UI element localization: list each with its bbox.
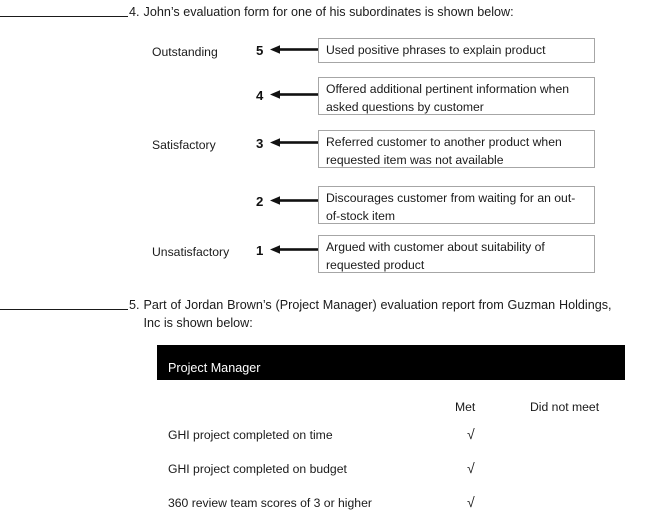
table-row: GHI project completed on budget √ [157, 460, 625, 495]
rating-number-4: 4 [256, 88, 264, 103]
checkmark-icon-met: √ [467, 426, 475, 442]
scale-anchor-label-outstanding: Outstanding [152, 45, 218, 59]
rating-number-1: 1 [256, 243, 264, 258]
table-header-title: Project Manager [168, 361, 261, 375]
row-criterion-label: GHI project completed on time [168, 428, 333, 442]
rating-scale-diagram: Outstanding Satisfactory Unsatisfactory … [0, 0, 649, 290]
rating-number-2: 2 [256, 194, 264, 209]
table-column-headers: Met Did not meet [157, 399, 625, 427]
arrow-left-icon-3 [270, 137, 318, 148]
row-criterion-label: 360 review team scores of 3 or higher [168, 496, 372, 510]
table-header-bar: Project Manager [157, 345, 625, 380]
document-page: 4. John’s evaluation form for one of his… [0, 0, 649, 529]
table-row: GHI project completed on time √ [157, 426, 625, 461]
column-header-met: Met [455, 400, 476, 414]
question-5-number: 5. [129, 298, 140, 312]
behavior-description-box-5: Used positive phrases to explain product [318, 38, 595, 63]
behavior-description-box-2: Discourages customer from waiting for an… [318, 186, 595, 224]
evaluation-report-table: Project Manager Met Did not meet GHI pro… [157, 345, 625, 529]
answer-blank-line-5[interactable] [0, 297, 128, 310]
arrow-left-icon-5 [270, 44, 318, 55]
behavior-description-box-3: Referred customer to another product whe… [318, 130, 595, 168]
behavior-description-box-4: Offered additional pertinent information… [318, 77, 595, 115]
question-5-text: Part of Jordan Brown’s (Project Manager)… [143, 298, 612, 330]
arrow-left-icon-1 [270, 244, 318, 255]
rating-number-5: 5 [256, 43, 264, 58]
scale-anchor-label-unsatisfactory: Unsatisfactory [152, 245, 230, 259]
rating-number-3: 3 [256, 136, 264, 151]
checkmark-icon-met: √ [467, 460, 475, 476]
arrow-left-icon-4 [270, 89, 318, 100]
table-row: 360 review team scores of 3 or higher √ [157, 494, 625, 529]
column-header-did-not-meet: Did not meet [530, 400, 600, 414]
question-5: 5. Part of Jordan Brown’s (Project Manag… [0, 297, 625, 332]
behavior-description-box-1: Argued with customer about suitability o… [318, 235, 595, 273]
row-criterion-label: GHI project completed on budget [168, 462, 347, 476]
checkmark-icon-met: √ [467, 494, 475, 510]
arrow-left-icon-2 [270, 195, 318, 206]
scale-anchor-label-satisfactory: Satisfactory [152, 138, 216, 152]
